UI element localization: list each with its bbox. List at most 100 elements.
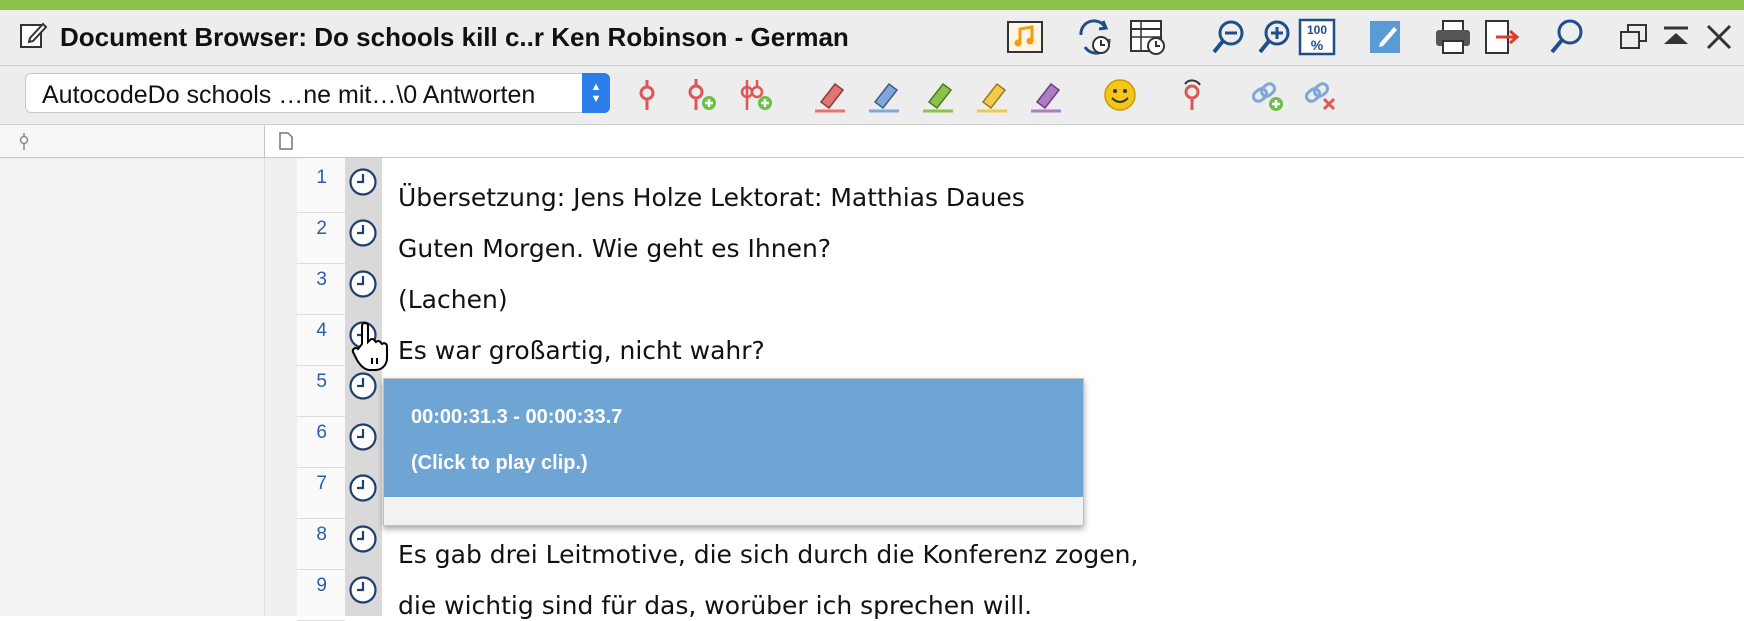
edit-mode-button[interactable]: [1364, 16, 1408, 58]
highlight-red-button[interactable]: [808, 74, 852, 116]
highlight-purple-button[interactable]: [1024, 74, 1068, 116]
paragraph-number: 9: [316, 575, 327, 596]
remove-link-button[interactable]: [1298, 74, 1342, 116]
add-code-button[interactable]: [678, 74, 722, 116]
code-column-header[interactable]: [0, 125, 265, 157]
timestamp-table-button[interactable]: [1126, 16, 1170, 58]
timestamp-clock-icon[interactable]: [348, 371, 378, 401]
zoom-100-button[interactable]: 100 %: [1295, 16, 1339, 58]
search-icon: [1550, 19, 1583, 54]
svg-text:%: %: [1311, 37, 1324, 53]
row-divider: [297, 314, 345, 315]
segment-gutter: [265, 158, 297, 616]
zoom-in-button[interactable]: [1253, 16, 1297, 58]
memo-code-button[interactable]: [1170, 74, 1214, 116]
tooltip-time-range: 00:00:31.3 - 00:00:33.7: [411, 406, 623, 428]
media-player-button[interactable]: [1003, 16, 1047, 58]
code-icon: [639, 80, 655, 110]
paragraph-row: 1 Übersetzung: Jens Holze Lektorat: Matth…: [297, 163, 1744, 213]
column-header-row: [0, 125, 1744, 158]
close-icon: [1706, 24, 1732, 50]
coding-toolbar: AutocodeDo schools …ne mit…\0 Antworten …: [0, 66, 1744, 125]
tooltip-hint: (Click to play clip.): [411, 452, 588, 474]
paragraph-row: 2 Guten Morgen. Wie geht es Ihnen?: [297, 214, 1744, 264]
edit-document-icon: [20, 22, 48, 48]
highlight-green-icon: [923, 82, 953, 113]
print-icon: [1436, 20, 1470, 54]
window-accent-bar: [0, 0, 1744, 10]
autocode-select-value: AutocodeDo schools …ne mit…\0 Antworten: [42, 81, 536, 109]
emoticon-button[interactable]: [1098, 74, 1142, 116]
timestamp-clock-icon[interactable]: [348, 524, 378, 554]
highlight-blue-button[interactable]: [862, 74, 906, 116]
timestamp-tooltip[interactable]: 00:00:31.3 - 00:00:33.7 (Click to play c…: [383, 378, 1084, 526]
export-icon: [1485, 20, 1520, 54]
timestamp-clock-icon[interactable]: [348, 269, 378, 299]
paragraph-number: 7: [316, 473, 327, 494]
paragraph-row: 8 Es gab drei Leitmotive, die sich durch …: [297, 520, 1744, 570]
paragraph-text: Es gab drei Leitmotive, die sich durch d…: [398, 540, 1139, 569]
media-player-icon: [1007, 21, 1043, 53]
row-divider: [297, 569, 345, 570]
row-divider: [297, 365, 345, 366]
emoticon-icon: [1104, 79, 1136, 111]
paragraph-text: Es war großartig, nicht wahr?: [398, 336, 765, 365]
sync-timestamps-button[interactable]: [1073, 16, 1117, 58]
row-divider: [297, 467, 345, 468]
timestamp-clock-icon[interactable]: [348, 473, 378, 503]
timestamp-clock-icon[interactable]: [348, 422, 378, 452]
export-button[interactable]: [1480, 16, 1524, 58]
zoom-out-icon: [1212, 20, 1244, 54]
row-divider: [297, 263, 345, 264]
chevron-updown-icon: ▲ ▼: [582, 73, 610, 113]
highlight-blue-icon: [869, 82, 899, 113]
timestamp-clock-icon[interactable]: [348, 218, 378, 248]
highlight-yellow-button[interactable]: [970, 74, 1014, 116]
hand-cursor-icon: [351, 322, 388, 371]
code-stripes-pane: [0, 158, 265, 616]
paragraph-number: 4: [316, 320, 327, 341]
add-codes-icon: [740, 80, 772, 110]
paragraph-row: 4 Es war großartig, nicht wahr?: [297, 316, 1744, 366]
timestamp-clock-icon[interactable]: [348, 167, 378, 197]
highlight-red-icon: [815, 82, 845, 113]
paragraph-row: 3 (Lachen): [297, 265, 1744, 315]
collapse-window-icon: [1664, 26, 1688, 44]
collapse-window-button[interactable]: [1654, 16, 1698, 58]
search-button[interactable]: [1545, 16, 1589, 58]
tooltip-body: 00:00:31.3 - 00:00:33.7 (Click to play c…: [384, 379, 1083, 497]
restore-window-icon: [1620, 24, 1647, 49]
row-divider: [297, 416, 345, 417]
zoom-in-icon: [1258, 20, 1290, 54]
row-divider: [297, 212, 345, 213]
code-button[interactable]: [625, 74, 669, 116]
paragraph-text: (Lachen): [398, 285, 508, 314]
paragraph-number: 5: [316, 371, 327, 392]
paragraph-number: 2: [316, 218, 327, 239]
edit-mode-icon: [1370, 21, 1400, 53]
paragraph-text: Guten Morgen. Wie geht es Ihnen?: [398, 234, 832, 263]
zoom-out-button[interactable]: [1207, 16, 1251, 58]
sync-timestamps-icon: [1079, 19, 1111, 55]
highlight-green-button[interactable]: [916, 74, 960, 116]
print-button[interactable]: [1431, 16, 1475, 58]
add-link-icon: [1251, 82, 1283, 111]
timestamp-clock-icon[interactable]: [348, 575, 378, 605]
highlight-yellow-icon: [977, 82, 1007, 113]
paragraph-text: Übersetzung: Jens Holze Lektorat: Matthi…: [398, 183, 1025, 212]
add-codes-button[interactable]: [733, 74, 777, 116]
restore-window-button[interactable]: [1612, 16, 1656, 58]
paragraph-number: 6: [316, 422, 327, 443]
remove-link-icon: [1304, 82, 1336, 111]
window-title: Document Browser: Do schools kill c..r K…: [60, 22, 849, 52]
memo-code-icon: [1184, 79, 1201, 110]
svg-text:100: 100: [1307, 23, 1327, 37]
autocode-select[interactable]: AutocodeDo schools …ne mit…\0 Antworten …: [25, 73, 610, 113]
document-column-icon: [279, 132, 293, 150]
add-link-button[interactable]: [1245, 74, 1289, 116]
paragraph-number: 8: [316, 524, 327, 545]
close-button[interactable]: [1697, 16, 1741, 58]
paragraph-row: 9 die wichtig sind für das, worüber ich s…: [297, 571, 1744, 621]
timestamp-table-icon: [1130, 20, 1165, 55]
highlight-purple-icon: [1031, 82, 1061, 113]
